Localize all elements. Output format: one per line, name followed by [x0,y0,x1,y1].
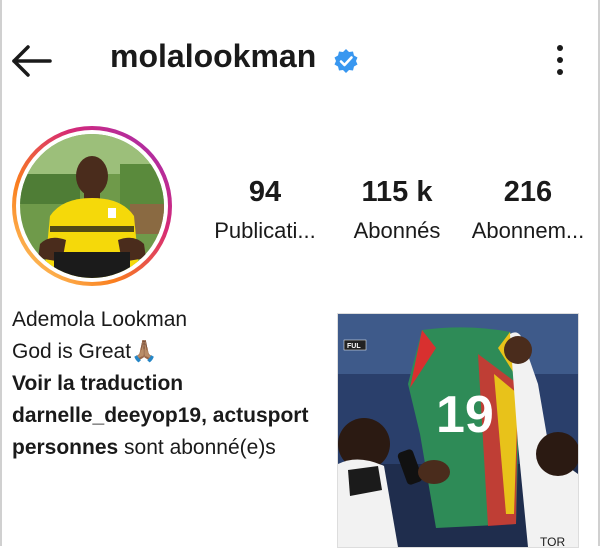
stat-following-label: Abonnem... [471,218,585,243]
arrow-left-icon[interactable] [10,44,54,78]
channel-badge: FUL [347,343,361,350]
profile-username: molalookman [110,38,317,74]
followed-by-names[interactable]: darnelle_deeyop19, actusport [12,400,332,432]
stat-publications[interactable]: 94 Publicati... [200,176,330,244]
shirt-sponsor: TOR [540,535,565,547]
bio-text: God is Great🙏🏽 [12,340,158,363]
stat-followers[interactable]: 115 k Abonnés [332,176,462,244]
stat-following-value: 216 [503,176,553,208]
avatar-photo [20,134,164,278]
profile-bio: Ademola Lookman God is Great🙏🏽 Voir la t… [12,304,332,464]
more-vertical-icon[interactable] [548,42,572,78]
profile-full-name: Ademola Lookman [12,308,188,331]
avatar [16,130,168,282]
stat-following[interactable]: 216 Abonnem... [463,176,593,244]
followed-by-summary[interactable]: personnes sont abonné(e)s [12,432,332,464]
stat-publications-value: 94 [248,176,282,208]
followed-by-tail: sont abonné(e)s [118,436,276,459]
highlight-thumbnail[interactable]: FUL 19 TOR [337,313,579,548]
profile-header: molalookman [0,0,600,120]
followed-by-count: personnes [12,436,119,459]
stat-followers-label: Abonnés [353,218,441,243]
avatar-image [20,134,164,278]
stat-followers-value: 115 k [361,176,433,208]
story-ring[interactable] [12,126,172,286]
stat-publications-label: Publicati... [214,218,316,243]
jersey-number: 19 [436,386,494,444]
jersey-photo: FUL 19 TOR [338,314,578,547]
translate-link[interactable]: Voir la traduction [12,368,332,400]
verified-badge-icon [334,49,358,73]
